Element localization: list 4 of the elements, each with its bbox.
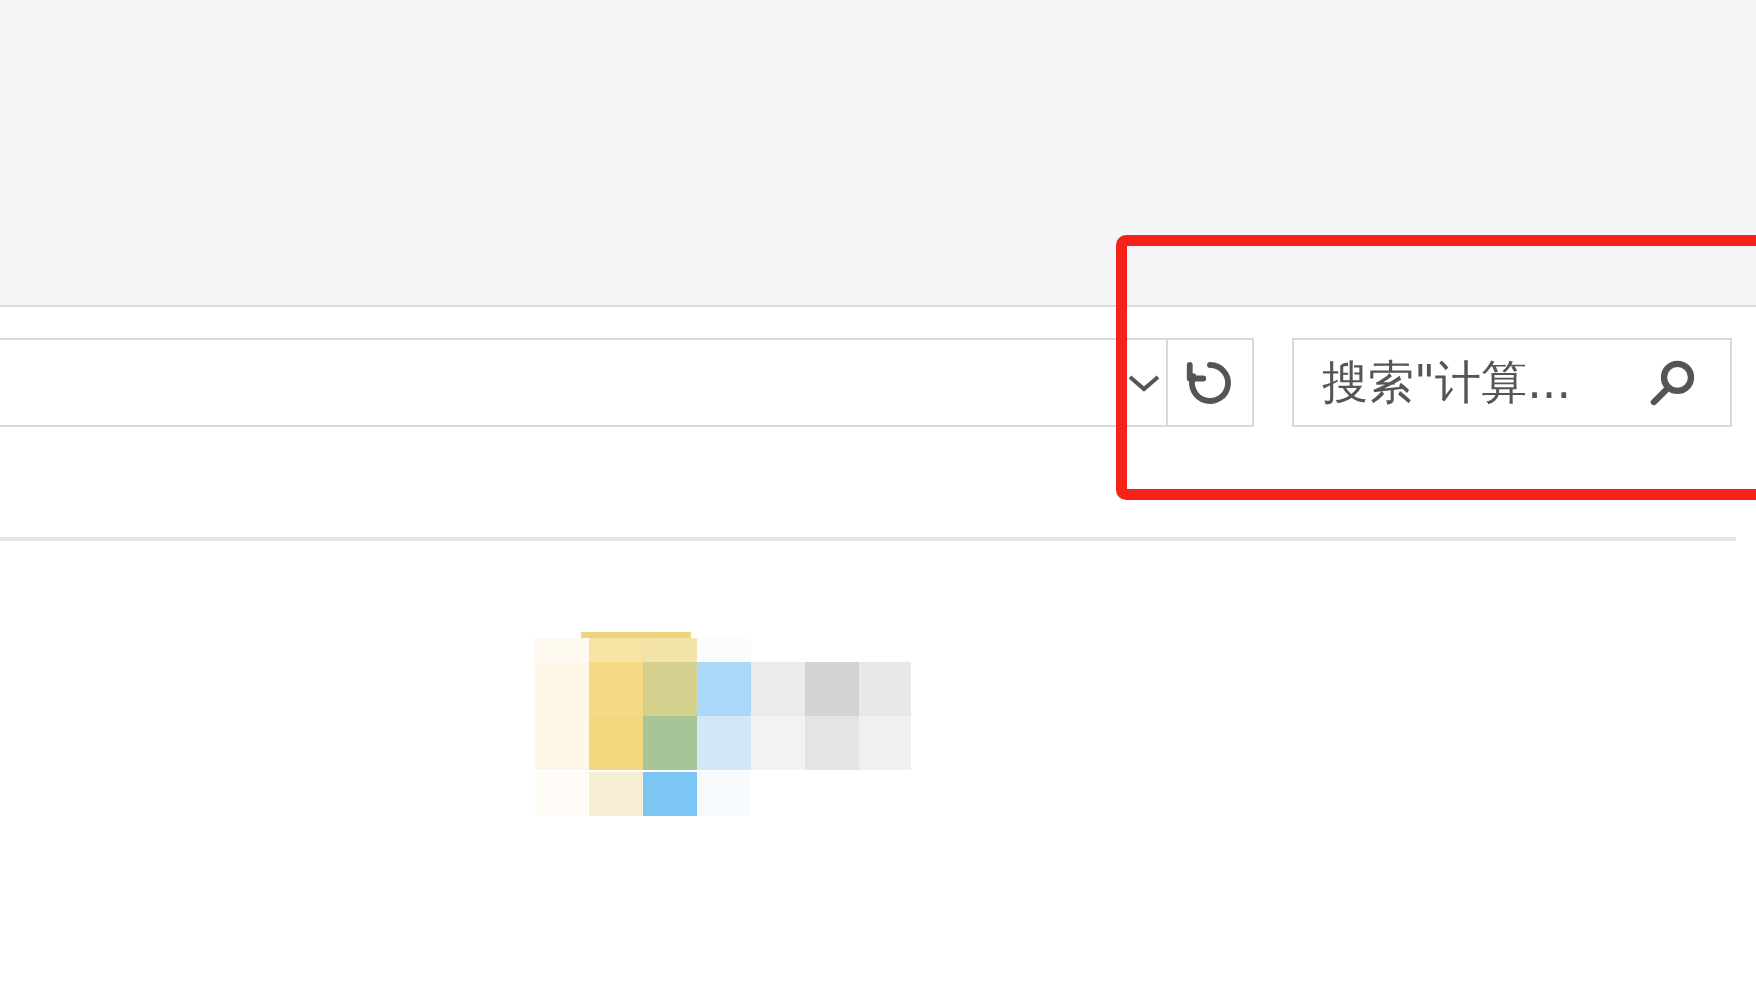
refresh-button[interactable]	[1166, 338, 1254, 427]
address-field[interactable]	[0, 338, 1166, 427]
search-field[interactable]: 搜索"计算...	[1292, 338, 1732, 427]
search-input[interactable]: 搜索"计算...	[1322, 348, 1634, 417]
